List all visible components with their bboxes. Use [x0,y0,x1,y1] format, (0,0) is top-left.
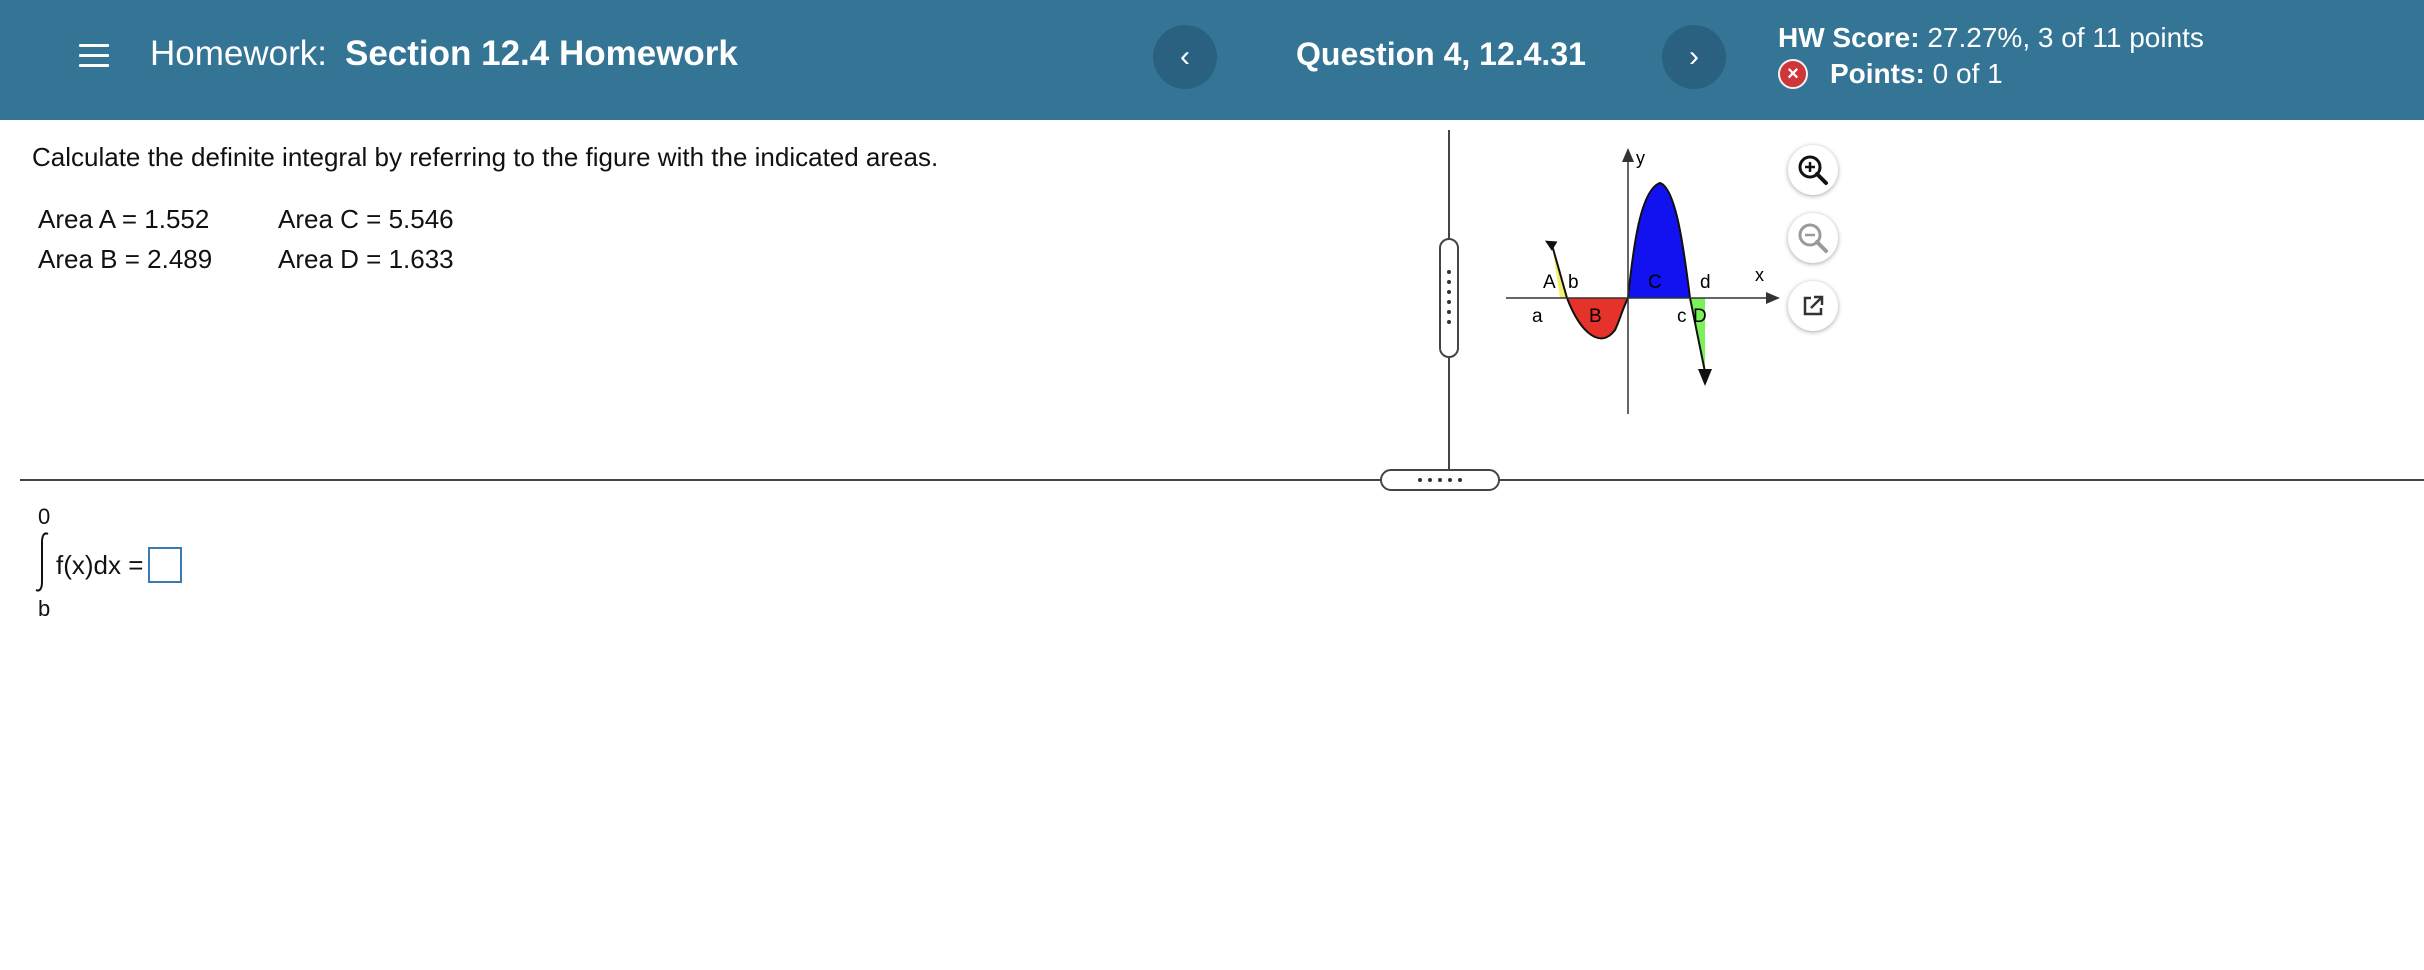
homework-title-name: Section 12.4 Homework [344,34,738,73]
hamburger-icon [79,44,109,68]
answer-input[interactable] [148,547,182,583]
x-axis-label: x [1755,265,1764,285]
area-figure: y x A b C d a B c D [1506,148,1780,414]
label-c-upper: C [1648,272,1662,293]
curve-arrow-right [1698,369,1712,386]
label-d-lower: d [1700,272,1711,293]
points-value: 0 of 1 [1932,58,2003,89]
next-question-button[interactable]: › [1662,25,1726,89]
label-b-upper: B [1589,306,1602,327]
answer-area: 0 b f(x)dx = [30,500,330,630]
chevron-left-icon: ‹ [1180,40,1190,73]
lower-limit: b [38,596,51,621]
area-b: Area B = 2.489 [38,244,213,274]
menu-button[interactable] [70,32,118,80]
zoom-out-icon [1798,223,1828,253]
question-label: Question 4, 12.4.31 [1296,36,1586,72]
hw-score-value: 27.27%, 3 of 11 points [1927,22,2204,53]
question-instructions: Calculate the definite integral by refer… [32,142,939,172]
zoom-in-icon [1798,155,1828,185]
integrand: f(x)dx = [56,550,144,580]
points-row: × Points: 0 of 1 [1778,56,2204,92]
horizontal-splitter-handle[interactable] [1380,469,1500,491]
label-a-lower: a [1532,306,1543,327]
open-external-icon [1803,295,1824,316]
points-label: Points: [1830,58,1925,89]
upper-limit: 0 [38,504,51,529]
homework-title-prefix: Homework: [150,34,327,73]
score-panel: HW Score: 27.27%, 3 of 11 points × Point… [1778,20,2204,92]
x-circle-icon: × [1778,59,1808,89]
horizontal-divider [20,479,2424,481]
hw-score: HW Score: 27.27%, 3 of 11 points [1778,20,2204,56]
vertical-splitter-handle[interactable] [1439,238,1459,358]
area-c: Area C = 5.546 [278,204,454,234]
y-axis-label: y [1636,148,1645,168]
integral-sign-icon [35,532,49,592]
hw-score-label: HW Score: [1778,22,1920,53]
label-c-lower: c [1677,306,1687,327]
label-a-upper: A [1543,272,1556,293]
area-a: Area A = 1.552 [38,204,210,234]
zoom-in-button[interactable] [1788,145,1838,195]
curve-arrow-left [1544,240,1558,251]
area-d: Area D = 1.633 [278,244,454,274]
previous-question-button[interactable]: ‹ [1153,25,1217,89]
label-d-upper: D [1693,306,1707,327]
homework-title: Homework: Section 12.4 Homework [150,34,738,74]
top-bar: Homework: Section 12.4 Homework ‹ Questio… [0,0,2424,120]
zoom-out-button[interactable] [1788,213,1838,263]
label-b-lower: b [1568,272,1579,293]
chevron-right-icon: › [1689,40,1699,73]
open-figure-button[interactable] [1788,281,1838,331]
